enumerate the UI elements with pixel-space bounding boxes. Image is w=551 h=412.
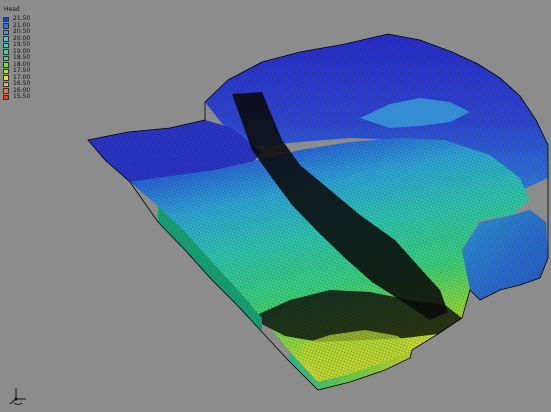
legend-swatch [3,36,9,42]
legend-swatch [3,49,9,55]
axis-triad-icon[interactable] [6,385,30,407]
legend-swatch [3,68,9,74]
legend-swatch [3,75,9,81]
legend-label: 15.50 [13,93,31,101]
legend-swatch [3,94,9,100]
legend-entry: 15.50 [3,94,30,101]
legend-swatch [3,29,9,35]
head-legend: Head 21.50 21.00 20.50 20.00 19.50 19.00 18.50… [3,6,30,101]
legend-swatch [3,62,9,68]
legend-swatch [3,23,9,29]
legend-scale: 21.50 21.00 20.50 20.00 19.50 19.00 18.50 18.00… [3,16,30,101]
legend-swatch [3,16,9,22]
legend-swatch [3,42,9,48]
model-viewport[interactable] [0,0,551,412]
legend-swatch [3,88,9,94]
legend-swatch [3,81,9,87]
legend-title: Head [4,6,20,13]
legend-swatch [3,55,9,61]
